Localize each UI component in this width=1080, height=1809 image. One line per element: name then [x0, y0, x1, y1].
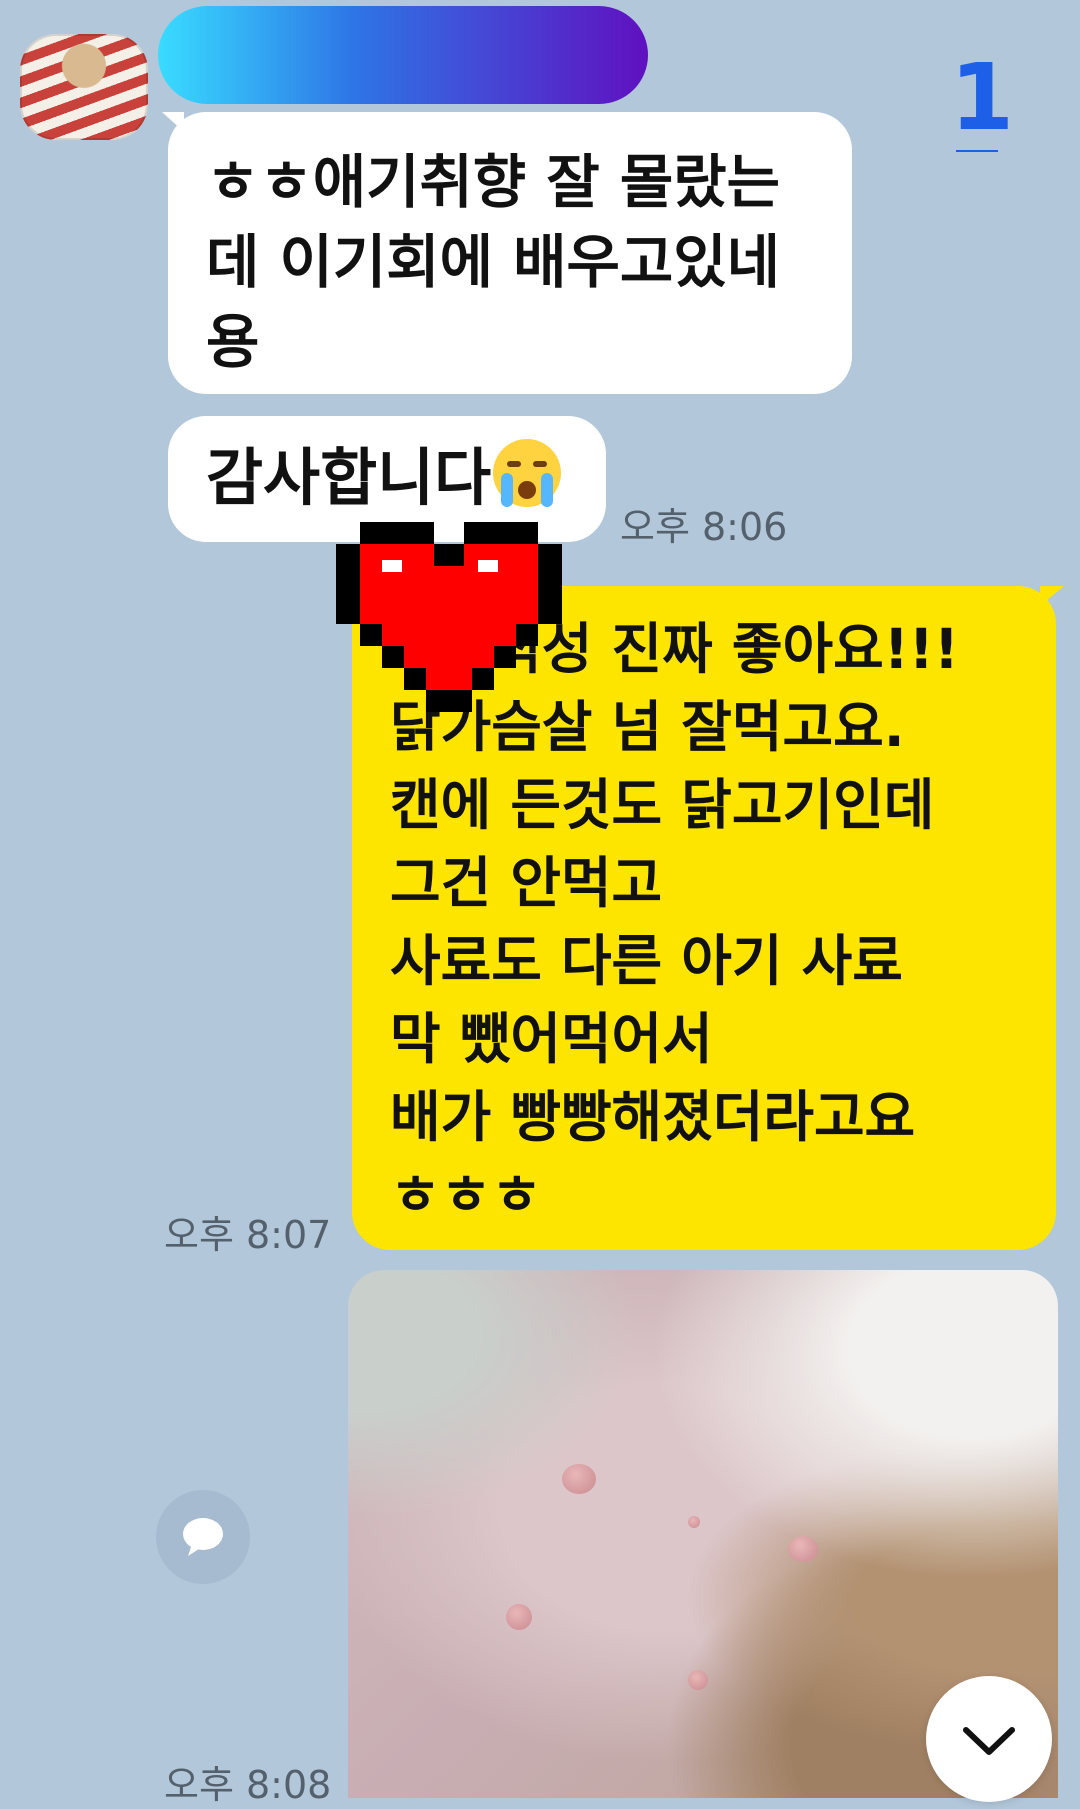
message-line: ㅎㅎㅎ	[390, 1163, 542, 1227]
message-timestamp: 오후 8:06	[620, 505, 788, 549]
unread-underline	[956, 150, 998, 152]
message-line: 막 뺐어먹어서	[390, 1007, 713, 1071]
sender-name-redacted	[158, 6, 648, 104]
message-line: 캔에 든것도 닭고기인데	[390, 773, 935, 837]
sender-avatar[interactable]	[20, 34, 148, 140]
speech-bubble-icon	[183, 1518, 223, 1556]
chevron-down-icon	[963, 1727, 1015, 1755]
message-line: 데 이기회에 배우고있네	[206, 228, 780, 296]
message-line: ㅎㅎ애기취향 잘 몰랐는	[206, 148, 780, 216]
received-message-bubble[interactable]: ㅎㅎ애기취향 잘 몰랐는 데 이기회에 배우고있네 용	[168, 112, 852, 394]
message-line: 그건 안먹고	[390, 851, 663, 915]
message-line: 배가 빵빵해졌더라고요	[390, 1085, 916, 1149]
message-line: 용	[206, 308, 260, 376]
pixel-heart-sticker	[336, 522, 562, 712]
message-timestamp: 오후 8:08	[164, 1763, 332, 1807]
message-text: 감사합니다	[206, 441, 492, 514]
scroll-to-bottom-button[interactable]	[926, 1676, 1052, 1802]
reply-button[interactable]	[156, 1490, 250, 1584]
message-timestamp: 오후 8:07	[164, 1213, 332, 1257]
crying-face-emoji-icon	[493, 439, 562, 507]
message-line: 사료도 다른 아기 사료	[390, 929, 903, 993]
unread-count: 1	[950, 44, 1015, 151]
